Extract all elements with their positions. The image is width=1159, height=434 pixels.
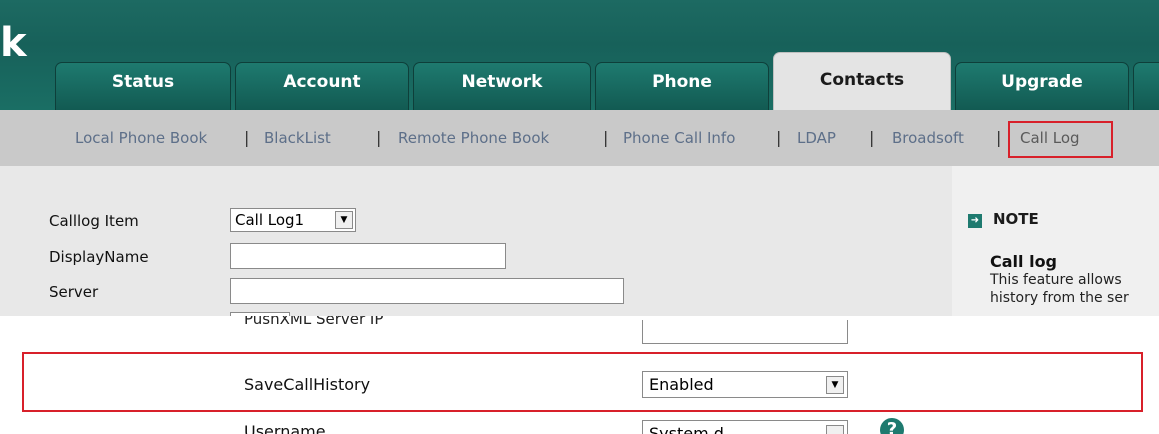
note-text-line: history from the ser	[990, 290, 1129, 306]
tab-partial[interactable]	[1133, 62, 1159, 110]
subnav-separator: |	[996, 128, 1002, 147]
note-subtitle: Call log	[990, 252, 1058, 271]
subnav-separator: |	[244, 128, 250, 147]
tab-phone[interactable]: Phone	[595, 62, 769, 110]
save-call-history-label: SaveCallHistory	[244, 375, 371, 394]
pushxml-server-ip-input[interactable]	[642, 320, 848, 344]
save-call-history-select[interactable]: Enabled ▼	[642, 371, 848, 398]
chevron-down-icon[interactable]: ▼	[335, 211, 353, 229]
calllog-item-value: Call Log1	[235, 211, 305, 229]
header-bar: k Status Account Network Phone Contacts …	[0, 0, 1159, 110]
chevron-down-icon[interactable]	[826, 425, 844, 434]
logo: k	[0, 20, 27, 66]
subnav-separator: |	[603, 128, 609, 147]
tab-upgrade[interactable]: Upgrade	[955, 62, 1129, 110]
subnav-separator: |	[776, 128, 782, 147]
username-select[interactable]: System d	[642, 420, 848, 434]
save-call-history-value: Enabled	[649, 375, 714, 394]
subnav-separator: |	[869, 128, 875, 147]
subnav-separator: |	[376, 128, 382, 147]
subnav-local-phone-book[interactable]: Local Phone Book	[75, 126, 207, 150]
tab-contacts[interactable]: Contacts	[773, 52, 951, 110]
username-label: Username	[244, 422, 326, 434]
username-value: System d	[649, 424, 724, 434]
displayname-label: DisplayName	[49, 248, 149, 266]
question-circle-icon[interactable]: ?	[880, 418, 904, 434]
calllog-item-select[interactable]: Call Log1 ▼	[230, 208, 356, 232]
tab-status[interactable]: Status	[55, 62, 231, 110]
subnav-blacklist[interactable]: BlackList	[264, 126, 331, 150]
subnav-remote-phone-book[interactable]: Remote Phone Book	[398, 126, 549, 150]
server-label: Server	[49, 283, 99, 301]
chevron-down-icon[interactable]: ▼	[826, 376, 844, 394]
server-input[interactable]	[230, 278, 624, 304]
tab-network[interactable]: Network	[413, 62, 591, 110]
pushxml-server-ip-label: PushXML Server IP	[244, 316, 384, 328]
note-title: NOTE	[993, 210, 1039, 228]
note-text-line: This feature allows	[990, 272, 1122, 288]
calllog-item-label: Calllog Item	[49, 212, 139, 230]
sub-navigation: Local Phone Book | BlackList | Remote Ph…	[0, 110, 1159, 166]
subnav-broadsoft[interactable]: Broadsoft	[892, 126, 964, 150]
subnav-phone-call-info[interactable]: Phone Call Info	[623, 126, 735, 150]
top-panel: k Status Account Network Phone Contacts …	[0, 0, 1159, 316]
arrow-right-square-icon: ➜	[968, 214, 982, 228]
call-log-highlight-box	[1008, 121, 1113, 158]
settings-strip: PushXML Server IP SaveCallHistory Enable…	[0, 316, 1159, 434]
tab-account[interactable]: Account	[235, 62, 409, 110]
displayname-input[interactable]	[230, 243, 506, 269]
save-call-history-highlight-box	[22, 352, 1143, 412]
subnav-ldap[interactable]: LDAP	[797, 126, 836, 150]
